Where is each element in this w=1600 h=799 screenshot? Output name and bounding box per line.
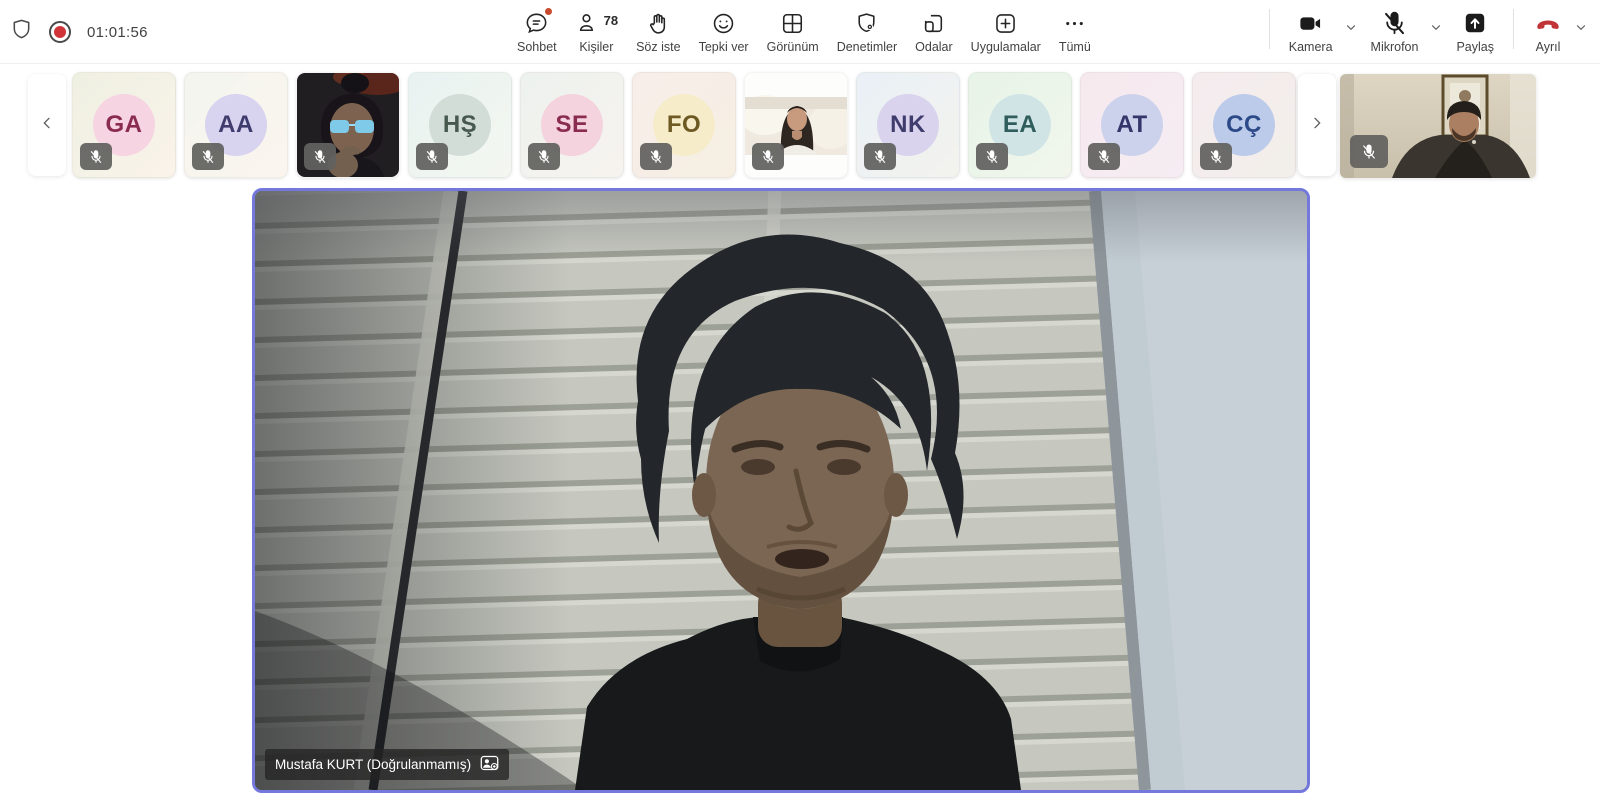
microphone-dropdown-chevron[interactable]	[1427, 15, 1445, 39]
participant-filmstrip: GA AA	[0, 64, 1600, 186]
apps-plus-icon	[993, 9, 1018, 37]
muted-mic-badge	[1088, 143, 1120, 170]
avatar-initials: EA	[1003, 111, 1037, 139]
chat-label: Sohbet	[517, 40, 557, 54]
leave-button[interactable]: Ayrıl	[1524, 7, 1572, 56]
speaker-video-scene	[255, 191, 1307, 790]
chat-button[interactable]: Sohbet	[508, 7, 566, 56]
avatar-initials: HŞ	[443, 111, 477, 139]
participant-tile-se[interactable]: SE	[520, 72, 624, 178]
more-ellipsis-icon	[1062, 9, 1087, 37]
avatar-initials: NK	[890, 111, 926, 139]
rooms-button[interactable]: Odalar	[906, 7, 962, 56]
rooms-icon	[921, 9, 946, 37]
raise-hand-label: Söz iste	[636, 40, 680, 54]
raise-hand-button[interactable]: Söz iste	[627, 7, 689, 56]
participant-count: 78	[604, 13, 618, 28]
participant-tiles-row: GA AA	[72, 72, 1296, 178]
people-label: Kişiler	[579, 40, 613, 54]
meeting-toolbar: 01:01:56 Sohbet	[0, 0, 1600, 64]
shield-icon	[10, 17, 33, 47]
chevron-left-icon	[39, 114, 55, 137]
rooms-label: Odalar	[915, 40, 953, 54]
apps-label: Uygulamalar	[971, 40, 1041, 54]
participant-tile-cç[interactable]: CÇ	[1192, 72, 1296, 178]
strip-scroll-left-button[interactable]	[28, 74, 66, 176]
active-speaker-video[interactable]: Mustafa KURT (Doğrulanmamış)	[252, 188, 1310, 793]
raise-hand-icon	[646, 9, 671, 37]
participant-tile-fo[interactable]: FO	[632, 72, 736, 178]
controls-shield-gear-icon	[854, 9, 879, 37]
participant-tile-video-bright-woman[interactable]	[744, 72, 848, 178]
speaker-name-plate: Mustafa KURT (Doğrulanmamış)	[265, 749, 509, 780]
participant-tile-ga[interactable]: GA	[72, 72, 176, 178]
muted-mic-badge	[1200, 143, 1232, 170]
controls-button[interactable]: Denetimler	[828, 7, 906, 56]
avatar-initials: AA	[218, 111, 254, 139]
more-button[interactable]: Tümü	[1050, 7, 1100, 56]
muted-mic-badge	[528, 143, 560, 170]
muted-mic-badge	[864, 143, 896, 170]
avatar-initials: FO	[667, 111, 701, 139]
profile-card-icon	[480, 755, 499, 774]
participant-tile-at[interactable]: AT	[1080, 72, 1184, 178]
participant-tile-ea[interactable]: EA	[968, 72, 1072, 178]
react-smiley-icon	[711, 9, 736, 37]
muted-mic-badge	[304, 143, 336, 170]
view-label: Görünüm	[767, 40, 819, 54]
strip-scroll-right-button[interactable]	[1298, 74, 1336, 176]
view-grid-icon	[780, 9, 805, 37]
camera-button[interactable]: Kamera	[1280, 7, 1342, 56]
avatar-initials: SE	[555, 111, 588, 139]
participant-tile-aa[interactable]: AA	[184, 72, 288, 178]
microphone-button[interactable]: Mikrofon	[1362, 7, 1428, 56]
muted-mic-badge	[192, 143, 224, 170]
people-button[interactable]: 78 Kişiler	[566, 7, 627, 56]
microphone-muted-icon	[1381, 9, 1408, 37]
react-button[interactable]: Tepki ver	[690, 7, 758, 56]
toolbar-divider	[1513, 9, 1514, 49]
share-button[interactable]: Paylaş	[1447, 7, 1503, 56]
muted-mic-badge	[1350, 135, 1388, 168]
recording-indicator-icon	[49, 21, 71, 43]
microphone-label: Mikrofon	[1371, 40, 1419, 54]
toolbar-center-group: Sohbet 78 Kişiler Söz ist	[508, 0, 1100, 64]
meeting-timer: 01:01:56	[87, 24, 148, 41]
avatar-initials: AT	[1116, 111, 1147, 139]
toolbar-left-group: 01:01:56	[10, 0, 148, 64]
camera-label: Kamera	[1289, 40, 1333, 54]
speaker-name: Mustafa KURT (Doğrulanmamış)	[275, 757, 471, 772]
participant-tile-video-glasses-woman[interactable]	[296, 72, 400, 178]
react-label: Tepki ver	[699, 40, 749, 54]
camera-icon	[1297, 9, 1324, 37]
camera-dropdown-chevron[interactable]	[1342, 15, 1360, 39]
muted-mic-badge	[640, 143, 672, 170]
view-button[interactable]: Görünüm	[758, 7, 828, 56]
more-label: Tümü	[1059, 40, 1091, 54]
chat-icon	[524, 9, 549, 37]
leave-label: Ayrıl	[1536, 40, 1561, 54]
chevron-right-icon	[1309, 114, 1325, 137]
muted-mic-badge	[80, 143, 112, 170]
teams-meeting-window: 01:01:56 Sohbet	[0, 0, 1600, 799]
avatar-initials: CÇ	[1226, 111, 1262, 139]
chat-notification-dot	[544, 7, 553, 16]
leave-dropdown-chevron[interactable]	[1572, 15, 1590, 39]
people-icon: 78	[575, 9, 618, 37]
participant-tile-hş[interactable]: HŞ	[408, 72, 512, 178]
apps-button[interactable]: Uygulamalar	[962, 7, 1050, 56]
participant-tile-nk[interactable]: NK	[856, 72, 960, 178]
muted-mic-badge	[976, 143, 1008, 170]
leave-call-icon	[1533, 9, 1563, 37]
participant-tile-spotlight-video[interactable]	[1340, 74, 1536, 178]
controls-label: Denetimler	[837, 40, 897, 54]
muted-mic-badge	[752, 143, 784, 170]
avatar-initials: GA	[106, 111, 143, 139]
muted-mic-badge	[416, 143, 448, 170]
share-icon	[1462, 9, 1488, 37]
toolbar-right-group: Kamera Mikrofon	[1259, 0, 1592, 64]
share-label: Paylaş	[1456, 40, 1494, 54]
toolbar-divider	[1269, 9, 1270, 49]
